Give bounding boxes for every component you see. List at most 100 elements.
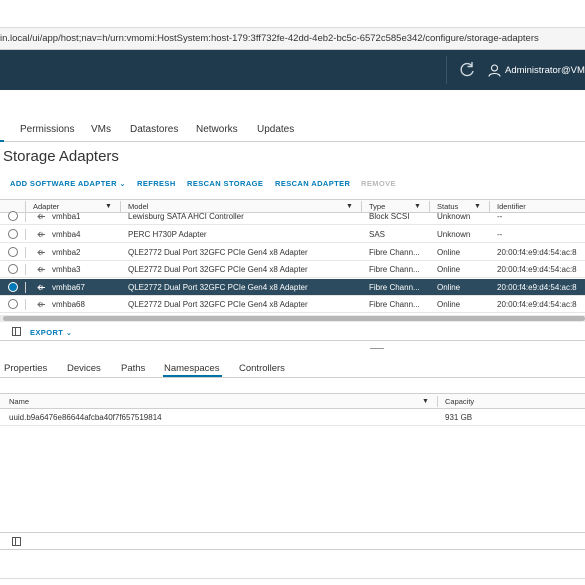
row-radio[interactable] bbox=[8, 229, 18, 239]
column-toggle-icon[interactable] bbox=[12, 327, 21, 336]
adapter-type: Fibre Chann... bbox=[369, 265, 420, 274]
table-row[interactable]: vmhba3 QLE2772 Dual Port 32GFC PCIe Gen4… bbox=[0, 261, 585, 279]
table-row-selected[interactable]: vmhba67 QLE2772 Dual Port 32GFC PCIe Gen… bbox=[0, 278, 585, 296]
adapter-type: SAS bbox=[369, 230, 386, 239]
tab-properties[interactable]: Properties bbox=[4, 363, 47, 374]
adapter-status: Online bbox=[437, 247, 461, 257]
rescan-storage-button[interactable]: RESCAN STORAGE bbox=[187, 179, 263, 188]
adapter-status: Unknown bbox=[437, 212, 471, 221]
namespace-capacity: 931 GB bbox=[445, 413, 473, 422]
export-label: EXPORT bbox=[30, 328, 64, 337]
column-divider bbox=[25, 299, 26, 310]
export-button[interactable]: EXPORT ⌄ bbox=[30, 328, 72, 337]
adapter-model: QLE2772 Dual Port 32GFC PCIe Gen4 x8 Ada… bbox=[128, 282, 308, 292]
adapter-model: QLE2772 Dual Port 32GFC PCIe Gen4 x8 Ada… bbox=[128, 300, 308, 309]
namespace-name: uuid.b9a6476e86644afcba40f7f657519814 bbox=[9, 413, 162, 422]
user-label: Administrator@VMV bbox=[505, 64, 585, 76]
remove-button: REMOVE bbox=[361, 179, 396, 188]
chevron-down-icon: ⌄ bbox=[119, 179, 127, 188]
adapter-icon bbox=[37, 284, 45, 290]
table-row[interactable]: vmhba68 QLE2772 Dual Port 32GFC PCIe Gen… bbox=[0, 296, 585, 314]
row-radio[interactable] bbox=[8, 246, 18, 257]
column-divider bbox=[25, 246, 26, 258]
adapter-type: Fibre Chann... bbox=[369, 300, 420, 309]
adapter-icon bbox=[37, 213, 45, 220]
table-row[interactable]: uuid.b9a6476e86644afcba40f7f657519814 93… bbox=[0, 410, 585, 426]
tab-permissions[interactable]: Permissions bbox=[20, 124, 74, 135]
panel-splitter-handle[interactable] bbox=[370, 348, 384, 349]
browser-top-strip bbox=[0, 0, 585, 28]
tab-namespaces[interactable]: Namespaces bbox=[164, 363, 219, 374]
horizontal-scrollbar[interactable] bbox=[0, 315, 585, 322]
adapter-status: Online bbox=[437, 265, 461, 274]
adapter-name[interactable]: vmhba67 bbox=[52, 283, 85, 292]
adapter-identifier: 20:00:f4:e9:d4:54:ac:8 bbox=[497, 282, 577, 292]
user-icon bbox=[488, 64, 501, 77]
column-divider bbox=[25, 264, 26, 275]
adapter-identifier: -- bbox=[497, 230, 503, 239]
adapter-status: Unknown bbox=[437, 230, 471, 239]
row-radio[interactable] bbox=[8, 264, 18, 274]
adapter-model: QLE2772 Dual Port 32GFC PCIe Gen4 x8 Ada… bbox=[128, 265, 308, 274]
divider bbox=[0, 578, 585, 579]
active-tab-indicator bbox=[0, 140, 4, 142]
refresh-button[interactable]: REFRESH bbox=[137, 179, 176, 188]
adapter-model: QLE2772 Dual Port 32GFC PCIe Gen4 x8 Ada… bbox=[128, 247, 308, 257]
tab-networks[interactable]: Networks bbox=[196, 124, 238, 135]
namespaces-grid: Name ▼ Capacity uuid.b9a6476e86644afcba4… bbox=[0, 393, 585, 550]
adapter-name[interactable]: vmhba2 bbox=[52, 248, 80, 257]
adapter-identifier: 20:00:f4:e9:d4:54:ac:8 bbox=[497, 300, 577, 309]
scrollbar-thumb[interactable] bbox=[3, 316, 585, 321]
address-bar[interactable]: in.local/ui/app/host;nav=h/urn:vmomi:Hos… bbox=[0, 28, 585, 50]
url-text[interactable]: in.local/ui/app/host;nav=h/urn:vmomi:Hos… bbox=[0, 33, 539, 44]
adapter-icon bbox=[37, 231, 45, 238]
active-tab-underline bbox=[163, 375, 222, 377]
namespaces-grid-header: Name ▼ Capacity bbox=[0, 394, 585, 409]
column-divider bbox=[25, 211, 26, 222]
row-radio[interactable] bbox=[8, 211, 18, 221]
tab-controllers[interactable]: Controllers bbox=[239, 363, 285, 374]
user-menu[interactable]: Administrator@VMV bbox=[488, 62, 585, 78]
add-software-adapter-button[interactable]: ADD SOFTWARE ADAPTER ⌄ bbox=[10, 179, 126, 188]
top-tabs: Permissions VMs Datastores Networks Upda… bbox=[0, 118, 585, 142]
filter-icon[interactable]: ▼ bbox=[422, 398, 429, 405]
adapter-name[interactable]: vmhba68 bbox=[52, 300, 85, 309]
tab-paths[interactable]: Paths bbox=[121, 363, 145, 374]
row-radio[interactable] bbox=[8, 299, 18, 309]
adapter-name[interactable]: vmhba3 bbox=[52, 265, 80, 274]
tab-vms[interactable]: VMs bbox=[91, 124, 111, 135]
adapter-identifier: -- bbox=[497, 212, 503, 221]
column-header-name[interactable]: Name bbox=[9, 397, 29, 406]
table-row[interactable]: vmhba2 QLE2772 Dual Port 32GFC PCIe Gen4… bbox=[0, 244, 585, 261]
adapter-icon bbox=[37, 249, 45, 255]
table-row[interactable]: vmhba1 Lewisburg SATA AHCI Controller Bl… bbox=[0, 208, 585, 226]
adapter-icon bbox=[37, 266, 45, 273]
adapter-model: PERC H730P Adapter bbox=[128, 230, 207, 239]
rescan-adapter-button[interactable]: RESCAN ADAPTER bbox=[275, 179, 350, 188]
namespaces-grid-footer bbox=[0, 532, 585, 550]
add-software-adapter-label: ADD SOFTWARE ADAPTER bbox=[10, 179, 117, 188]
column-header-capacity[interactable]: Capacity bbox=[445, 397, 474, 406]
adapter-model: Lewisburg SATA AHCI Controller bbox=[128, 212, 244, 221]
row-radio-checked[interactable] bbox=[8, 281, 18, 292]
chevron-down-icon: ⌄ bbox=[65, 328, 73, 337]
column-divider bbox=[25, 281, 26, 293]
refresh-icon[interactable] bbox=[457, 60, 477, 80]
adapters-grid-footer: EXPORT ⌄ bbox=[0, 323, 585, 341]
tab-datastores[interactable]: Datastores bbox=[130, 124, 178, 135]
tab-devices[interactable]: Devices bbox=[67, 363, 101, 374]
column-divider bbox=[25, 229, 26, 240]
adapter-identifier: 20:00:f4:e9:d4:54:ac:8 bbox=[497, 247, 577, 257]
column-toggle-icon[interactable] bbox=[12, 537, 21, 546]
adapter-type: Fibre Chann... bbox=[369, 282, 420, 292]
adapter-name[interactable]: vmhba1 bbox=[52, 212, 80, 221]
adapter-identifier: 20:00:f4:e9:d4:54:ac:8 bbox=[497, 265, 577, 274]
header-divider bbox=[446, 56, 447, 84]
adapter-icon bbox=[37, 301, 45, 308]
adapter-type: Block SCSI bbox=[369, 212, 410, 221]
adapter-name[interactable]: vmhba4 bbox=[52, 230, 80, 239]
column-divider bbox=[437, 396, 438, 407]
tab-updates[interactable]: Updates bbox=[257, 124, 294, 135]
table-row[interactable]: vmhba4 PERC H730P Adapter SAS Unknown -- bbox=[0, 226, 585, 244]
page-title: Storage Adapters bbox=[3, 148, 119, 165]
